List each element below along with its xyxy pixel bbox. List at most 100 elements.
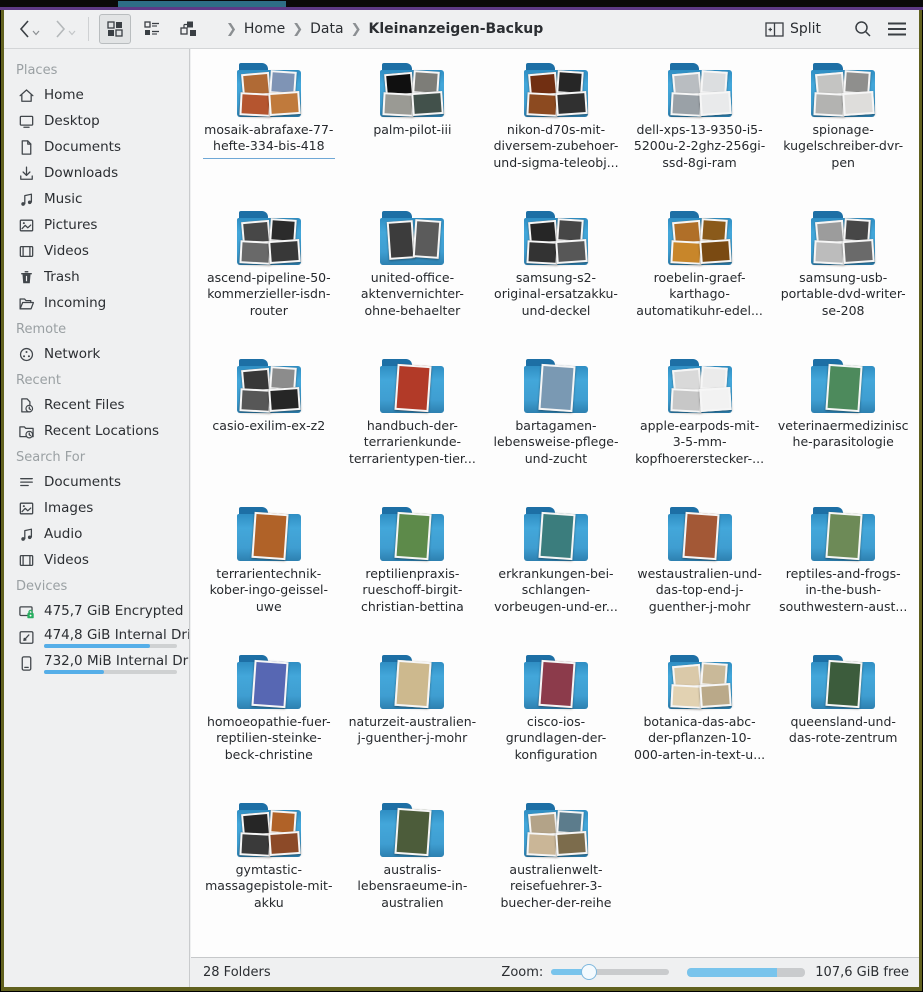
dolphin-window: ❯ Home ❯ Data ❯ Kleinanzeigen-Backup Spl… — [1, 10, 922, 991]
sidebar-item-documents[interactable]: Documents — [4, 469, 189, 495]
search-icon — [853, 19, 873, 39]
folder-item[interactable]: erkrankungen-bei- schlangen- vorbeugen-u… — [484, 499, 628, 647]
item-count: 28 Folders — [203, 965, 271, 980]
folder-item[interactable]: cisco-ios- grundlagen-der- konfiguration — [484, 647, 628, 795]
sidebar-item-audio[interactable]: Audio — [4, 521, 189, 547]
folder-preview-thumbnail — [395, 808, 432, 856]
sidebar-item-desktop[interactable]: Desktop — [4, 108, 189, 134]
sidebar-item-images[interactable]: Images — [4, 495, 189, 521]
hamburger-menu-icon — [887, 21, 907, 37]
folder-name: westaustralien-und- das-top-end-j- guent… — [637, 566, 761, 615]
disk-usage-bar — [687, 968, 805, 977]
recent-location-icon — [18, 423, 35, 440]
details-view-button[interactable] — [137, 15, 167, 43]
folder-preview-thumbnail — [842, 91, 875, 116]
folder-icon — [380, 655, 444, 709]
folder-item[interactable]: spionage- kugelschreiber-dvr- pen — [771, 55, 915, 203]
zoom-slider[interactable] — [551, 964, 669, 981]
sidebar-item-474-8-gib-internal-dri[interactable]: 474,8 GiB Internal Dri... — [4, 624, 189, 650]
sidebar-item-label: Images — [44, 500, 93, 516]
folder-grid: mosaik-abrafaxe-77- hefte-334-bis-418 pal… — [191, 49, 919, 943]
sidebar-item-music[interactable]: Music — [4, 186, 189, 212]
breadcrumb-data[interactable]: Data — [310, 21, 343, 37]
folder-item[interactable]: palm-pilot-iii — [341, 55, 485, 203]
folder-item[interactable]: bartagamen- lebensweise-pflege- und-zuch… — [484, 351, 628, 499]
folder-view[interactable]: mosaik-abrafaxe-77- hefte-334-bis-418 pal… — [191, 49, 919, 958]
folder-item[interactable]: samsung-s2- original-ersatzakku- und-dec… — [484, 203, 628, 351]
sidebar-item-videos[interactable]: Videos — [4, 238, 189, 264]
sidebar-item-recent-files[interactable]: Recent Files — [4, 392, 189, 418]
folder-icon — [524, 63, 588, 117]
forward-button[interactable] — [54, 18, 76, 40]
folder-icon — [524, 803, 588, 857]
folder-item[interactable]: nikon-d70s-mit- diversem-zubehoer- und-s… — [484, 55, 628, 203]
desktop-icon — [18, 113, 35, 130]
folder-name: palm-pilot-iii — [373, 122, 451, 138]
folder-item[interactable]: westaustralien-und- das-top-end-j- guent… — [628, 499, 772, 647]
folder-item[interactable]: queensland-und- das-rote-zentrum — [771, 647, 915, 795]
folder-item[interactable]: gymtastic- massagepistole-mit- akku — [197, 795, 341, 943]
folder-preview-thumbnail — [251, 660, 288, 708]
folder-item[interactable]: reptilienpraxis- rueschoff-birgit- chris… — [341, 499, 485, 647]
sidebar-item-downloads[interactable]: Downloads — [4, 160, 189, 186]
sidebar-item-pictures[interactable]: Pictures — [4, 212, 189, 238]
folder-preview-thumbnail — [268, 831, 301, 856]
folder-item[interactable]: samsung-usb- portable-dvd-writer- se-208 — [771, 203, 915, 351]
zoom-slider-handle[interactable] — [581, 964, 597, 980]
folder-item[interactable]: roebelin-graef- karthago- automatikuhr-e… — [628, 203, 772, 351]
folder-item[interactable]: casio-exilim-ex-z2 — [197, 351, 341, 499]
folder-preview-thumbnail — [268, 91, 301, 116]
sidebar-item-home[interactable]: Home — [4, 82, 189, 108]
folder-item[interactable]: australienwelt- reisefuehrer-3- buecher-… — [484, 795, 628, 943]
folder-item[interactable]: mosaik-abrafaxe-77- hefte-334-bis-418 — [197, 55, 341, 203]
folder-name: casio-exilim-ex-z2 — [212, 418, 325, 434]
sidebar-item-recent-locations[interactable]: Recent Locations — [4, 418, 189, 444]
folder-item[interactable]: homoeopathie-fuer- reptilien-steinke- be… — [197, 647, 341, 795]
menu-button[interactable] — [887, 21, 907, 37]
folder-name: handbuch-der- terrarienkunde- terrarient… — [349, 418, 476, 467]
split-button[interactable]: Split — [765, 21, 821, 37]
sidebar-item-trash[interactable]: Trash — [4, 264, 189, 290]
folder-preview-thumbnail — [826, 660, 863, 708]
folder-preview-thumbnail — [555, 91, 588, 116]
folder-preview-thumbnail — [387, 220, 416, 260]
sidebar-item-videos[interactable]: Videos — [4, 547, 189, 573]
sidebar-item-label: Recent Locations — [44, 423, 159, 439]
sidebar-item-network[interactable]: Network — [4, 341, 189, 367]
sidebar-item-475-7-gib-encrypted[interactable]: 475,7 GiB Encrypted ... — [4, 598, 189, 624]
search-button[interactable] — [853, 19, 873, 39]
folder-item[interactable]: reptiles-and-frogs- in-the-bush- southwe… — [771, 499, 915, 647]
folder-open-icon — [18, 295, 35, 312]
folder-icon — [811, 507, 875, 561]
folder-name: reptilienpraxis- rueschoff-birgit- chris… — [361, 566, 464, 615]
folder-item[interactable]: ascend-pipeline-50- kommerzieller-isdn- … — [197, 203, 341, 351]
back-button[interactable] — [18, 18, 40, 40]
folder-item[interactable]: apple-earpods-mit- 3-5-mm- kopfhoererste… — [628, 351, 772, 499]
tree-view-button[interactable] — [173, 15, 203, 43]
folder-item[interactable]: handbuch-der- terrarienkunde- terrarient… — [341, 351, 485, 499]
folder-item[interactable]: botanica-das-abc- der-pflanzen-10- 000-a… — [628, 647, 772, 795]
sidebar-item-documents[interactable]: Documents — [4, 134, 189, 160]
folder-item[interactable]: australis- lebensraeume-in- australien — [341, 795, 485, 943]
device-usage-fill — [44, 644, 150, 648]
drive-internal-icon — [18, 629, 35, 646]
sidebar-item-732-0-mib-internal-dri[interactable]: 732,0 MiB Internal Dri... — [4, 650, 189, 676]
section-title-places: Places — [4, 57, 189, 82]
folder-item[interactable]: veterinaermedizinisc he-parasitologie — [771, 351, 915, 499]
folder-preview-thumbnail — [239, 240, 271, 265]
folder-item[interactable]: naturzeit-australien- j-guenther-j-mohr — [341, 647, 485, 795]
folder-preview-thumbnail — [555, 831, 588, 856]
breadcrumb-home[interactable]: Home — [244, 21, 285, 37]
folder-item[interactable]: united-office- aktenvernichter- ohne-beh… — [341, 203, 485, 351]
icons-view-button[interactable] — [99, 14, 131, 44]
breadcrumb-current-folder[interactable]: Kleinanzeigen-Backup — [369, 21, 544, 37]
sidebar-item-label: Incoming — [44, 295, 106, 311]
folder-item[interactable]: terrarientechnik- kober-ingo-geissel- uw… — [197, 499, 341, 647]
sidebar-item-incoming[interactable]: Incoming — [4, 290, 189, 316]
free-space-label: 107,6 GiB free — [815, 965, 909, 980]
folder-item[interactable]: dell-xps-13-9350-i5- 5200u-2-2ghz-256gi-… — [628, 55, 772, 203]
folder-icon — [380, 507, 444, 561]
folder-preview-thumbnail — [412, 91, 445, 116]
folder-icon — [380, 211, 444, 265]
doc-lines-icon — [18, 474, 35, 491]
